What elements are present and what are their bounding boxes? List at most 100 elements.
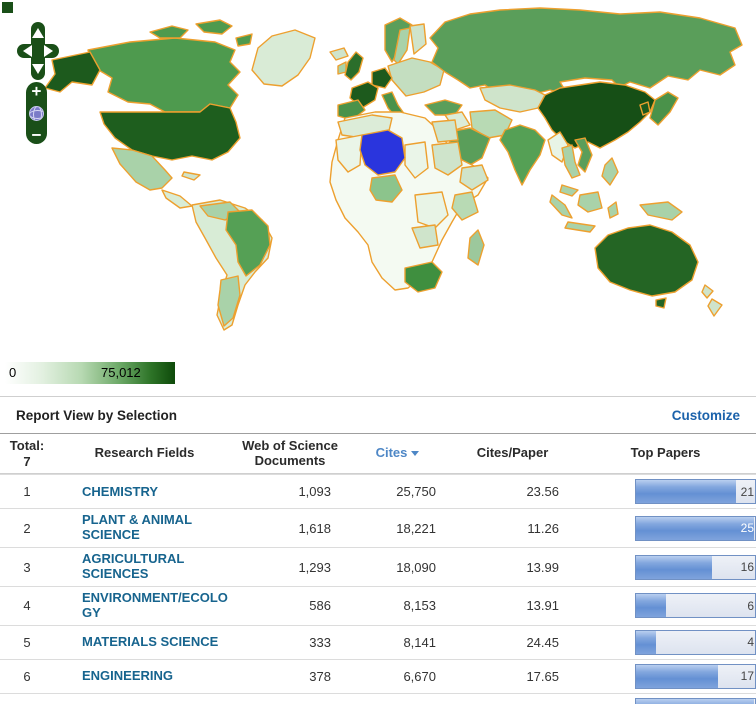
choropleth-legend: 0 75,012 — [5, 362, 175, 384]
documents-value: 333 — [235, 631, 345, 654]
top-papers-bar-fill — [636, 594, 666, 617]
research-field-link[interactable]: AGRICULTURAL SCIENCES — [82, 552, 229, 582]
documents-value: 1,618 — [235, 517, 345, 540]
top-papers-bar: 6 — [635, 593, 756, 618]
top-papers-bar: 101 — [635, 698, 756, 704]
report-title: Report View by Selection — [16, 408, 177, 423]
row-rank: 5 — [0, 631, 60, 654]
cites-per-paper-value: 24.45 — [450, 631, 575, 654]
table-row: 3AGRICULTURAL SCIENCES1,29318,09013.9916 — [0, 547, 756, 586]
cites-per-paper-value: 13.91 — [450, 594, 575, 617]
country-south-africa[interactable] — [405, 262, 442, 292]
column-cites-per-paper[interactable]: Cites/Paper — [450, 442, 575, 465]
top-papers-bar: 17 — [635, 664, 756, 689]
country-madagascar[interactable] — [468, 230, 484, 265]
map-corner-marker — [2, 2, 13, 13]
research-field-link[interactable]: PLANT & ANIMAL SCIENCE — [82, 513, 229, 543]
top-papers-bar-fill — [636, 556, 712, 579]
top-papers-bar-fill — [636, 480, 736, 503]
research-field-link[interactable]: ENVIRONMENT/ECOLOGY — [82, 591, 229, 621]
map-section: + − 0 75,012 — [0, 0, 756, 396]
country-new-zealand[interactable] — [702, 285, 722, 316]
country-tasmania[interactable] — [656, 298, 666, 308]
table-row: 4ENVIRONMENT/ECOLOGY5868,15313.916 — [0, 586, 756, 625]
cites-value: 25,750 — [345, 480, 450, 503]
table-row: 5 MATERIALS SCIENCE 3338,14124.45 4 — [0, 625, 756, 659]
country-japan[interactable] — [650, 92, 678, 125]
row-rank: 0 — [0, 699, 60, 704]
research-fields-table: Total: 7 Research Fields Web of Science … — [0, 433, 756, 704]
table-row: 0ALL FIELDS7,153111,17115.54101 — [0, 693, 756, 704]
region-central-america[interactable] — [162, 190, 192, 208]
top-papers-bar: 21 — [635, 479, 756, 504]
table-header-row: Total: 7 Research Fields Web of Science … — [0, 433, 756, 474]
zoom-out-button[interactable]: − — [32, 128, 42, 142]
column-cites-sorted[interactable]: Cites — [345, 442, 450, 465]
top-papers-value: 6 — [747, 594, 754, 617]
country-malaysia[interactable] — [560, 185, 578, 196]
top-papers-value: 101 — [734, 699, 754, 704]
top-papers-cell: 6 — [575, 589, 756, 622]
top-papers-value: 16 — [741, 556, 754, 579]
legend-max-label: 75,012 — [101, 365, 141, 380]
report-header-bar: Report View by Selection Customize — [0, 396, 756, 433]
research-field-link[interactable]: ENGINEERING — [82, 669, 173, 684]
top-papers-cell: 4 — [575, 626, 756, 659]
country-argentina[interactable] — [218, 276, 240, 326]
top-papers-bar: 4 — [635, 630, 756, 655]
top-papers-value: 17 — [741, 665, 754, 688]
cites-value: 18,090 — [345, 556, 450, 579]
top-papers-bar-fill — [636, 517, 754, 540]
cites-per-paper-value: 15.54 — [450, 699, 575, 704]
globe-reset-icon[interactable] — [29, 106, 44, 121]
field-cell: ENVIRONMENT/ECOLOGY — [60, 587, 235, 625]
cites-per-paper-value: 23.56 — [450, 480, 575, 503]
top-papers-cell: 25 — [575, 512, 756, 545]
country-cuba[interactable] — [182, 172, 200, 180]
top-papers-cell: 17 — [575, 660, 756, 693]
country-philippines[interactable] — [602, 158, 618, 185]
country-australia[interactable] — [595, 225, 698, 296]
top-papers-cell: 21 — [575, 475, 756, 508]
country-canada[interactable] — [88, 38, 240, 112]
country-iceland[interactable] — [330, 48, 348, 60]
legend-min-label: 0 — [9, 365, 16, 380]
field-cell: ALL FIELDS — [60, 698, 235, 704]
country-indonesia[interactable] — [550, 192, 618, 232]
column-top-papers[interactable]: Top Papers — [575, 442, 756, 465]
country-papua-new-guinea[interactable] — [640, 202, 682, 220]
documents-value: 378 — [235, 665, 345, 688]
research-field-link[interactable]: CHEMISTRY — [82, 485, 158, 500]
cites-per-paper-value: 11.26 — [450, 517, 575, 540]
world-choropleth-map[interactable] — [0, 0, 756, 350]
documents-value: 7,153 — [235, 699, 345, 704]
top-papers-bar: 16 — [635, 555, 756, 580]
country-india[interactable] — [500, 125, 545, 185]
country-ireland[interactable] — [338, 62, 346, 74]
row-rank: 6 — [0, 665, 60, 688]
country-greenland[interactable] — [252, 30, 315, 86]
country-finland[interactable] — [410, 24, 426, 54]
field-cell: PLANT & ANIMAL SCIENCE — [60, 509, 235, 547]
customize-link[interactable]: Customize — [672, 408, 740, 423]
zoom-in-button[interactable]: + — [32, 84, 42, 98]
sort-descending-icon — [411, 451, 419, 456]
map-zoom-control: + − — [26, 82, 47, 144]
map-pan-control[interactable] — [17, 22, 59, 80]
top-papers-bar-fill — [636, 631, 656, 654]
cites-value: 8,141 — [345, 631, 450, 654]
top-papers-bar: 25 — [635, 516, 756, 541]
column-research-fields[interactable]: Research Fields — [60, 442, 235, 465]
table-body: 1CHEMISTRY1,09325,75023.56212PLANT & ANI… — [0, 474, 756, 704]
table-row: 6ENGINEERING3786,67017.6517 — [0, 659, 756, 693]
research-field-link[interactable]: MATERIALS SCIENCE — [82, 635, 218, 650]
cites-value: 8,153 — [345, 594, 450, 617]
cites-value: 18,221 — [345, 517, 450, 540]
top-papers-cell: 16 — [575, 551, 756, 584]
column-wos-documents[interactable]: Web of Science Documents — [235, 435, 345, 473]
documents-value: 1,293 — [235, 556, 345, 579]
top-papers-value: 4 — [747, 631, 754, 654]
top-papers-cell: 101 — [575, 694, 756, 704]
country-thailand[interactable] — [562, 145, 580, 178]
top-papers-value: 21 — [741, 480, 754, 503]
